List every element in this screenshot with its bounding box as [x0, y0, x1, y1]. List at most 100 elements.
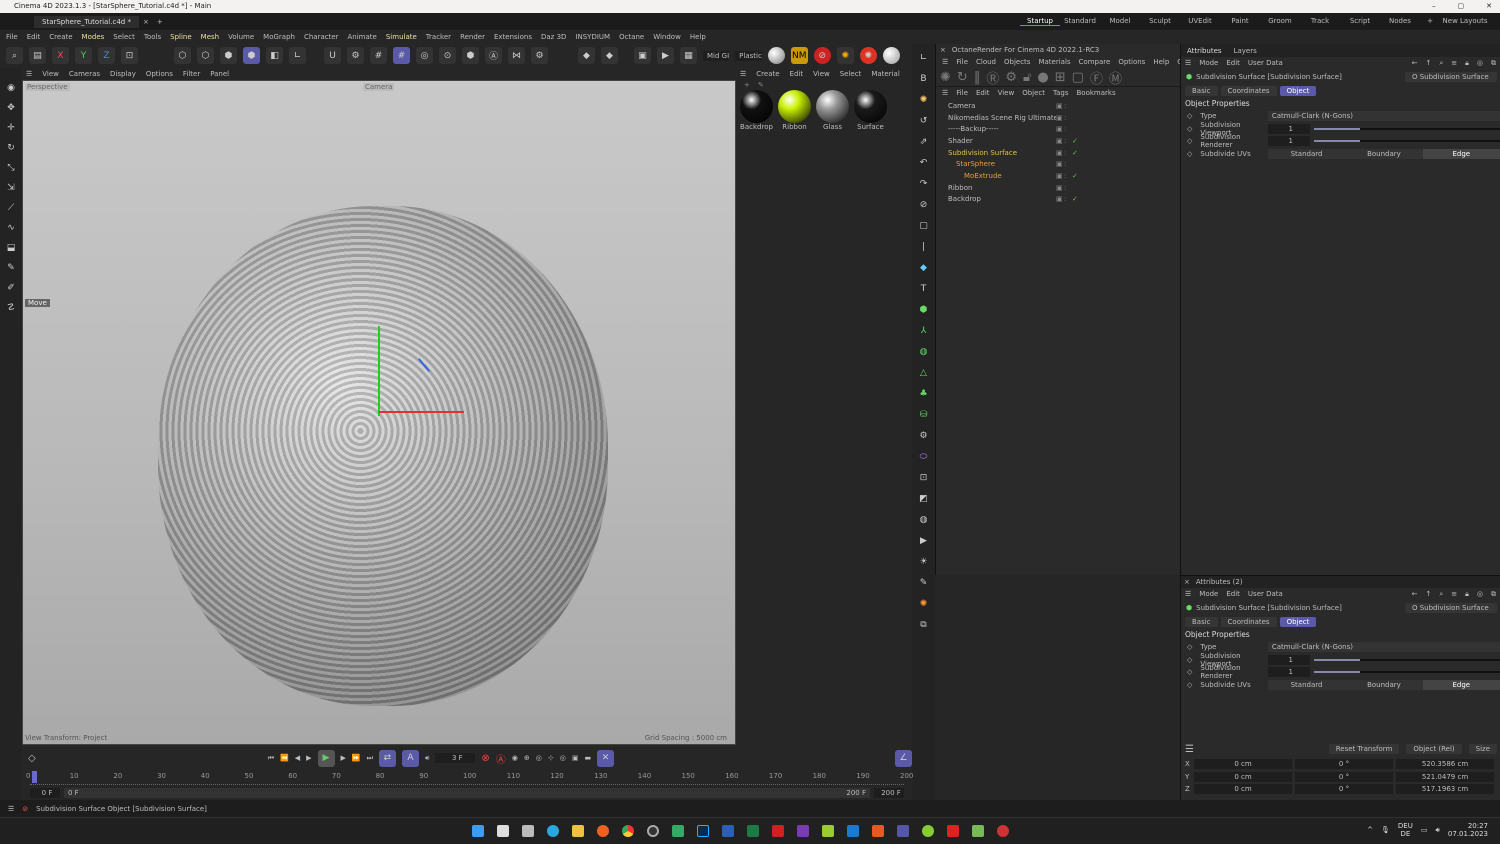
rot-field[interactable]: 0 ° — [1295, 771, 1393, 782]
clock[interactable]: 20:27 07.01.2023 — [1448, 822, 1488, 838]
f-icon[interactable]: Ⓕ — [1090, 68, 1103, 87]
sound-icon[interactable]: 🔊︎ — [425, 754, 429, 763]
keyframe-icon[interactable]: ◇ — [28, 753, 36, 764]
tab-object[interactable]: Object — [1279, 616, 1317, 627]
layout-tab-sculpt[interactable]: Sculpt — [1140, 17, 1180, 26]
layout-tab-nodes[interactable]: Nodes — [1380, 17, 1420, 26]
hamburger-icon[interactable]: ☰ — [26, 70, 32, 78]
subdivision-viewport-field[interactable]: 1 — [1267, 654, 1310, 665]
visibility-dots[interactable]: : — [1064, 172, 1072, 180]
menu-spline[interactable]: Spline — [170, 33, 192, 41]
subdivision-viewport-slider[interactable] — [1313, 127, 1500, 130]
subdivision-renderer-slider[interactable] — [1313, 140, 1500, 143]
hamburger-icon[interactable]: ☰ — [942, 89, 948, 97]
line-icon[interactable]: | — [916, 239, 931, 254]
render-r-icon[interactable]: Ⓡ — [986, 68, 999, 87]
dope-sheet-button[interactable]: ✕ — [597, 749, 615, 767]
uvs-option-boundary[interactable]: Boundary — [1345, 680, 1423, 691]
up-arrow-icon[interactable]: ↑ — [1425, 59, 1431, 67]
subdivision-renderer-field[interactable]: 1 — [1267, 667, 1310, 678]
octane-menu-materials[interactable]: Materials — [1038, 58, 1070, 66]
up-arrow-icon[interactable]: ↑ — [1425, 590, 1431, 598]
object-row[interactable]: Camera ▣: — [936, 100, 1180, 112]
coord-mode-select[interactable]: Object (Rel) — [1406, 744, 1462, 754]
tab-attributes[interactable]: Attributes — [1187, 47, 1222, 55]
keyframe-selection-button[interactable]: ◉ — [512, 754, 518, 762]
extrude-icon[interactable]: ⬓ — [4, 240, 19, 255]
uvs-option-standard[interactable]: Standard — [1267, 149, 1346, 160]
undo-icon[interactable]: ↶ — [916, 155, 931, 170]
object-menu-edit[interactable]: Edit — [976, 89, 990, 97]
menu-octane[interactable]: Octane — [619, 33, 644, 41]
menu-create[interactable]: Create — [49, 33, 72, 41]
y-axis-gizmo[interactable] — [378, 326, 380, 416]
octane-live-icon[interactable]: B — [916, 71, 931, 86]
menu-insydium[interactable]: INSYDIUM — [575, 33, 610, 41]
text-icon[interactable]: T — [916, 281, 931, 296]
attr-menu-edit[interactable]: Edit — [1226, 590, 1240, 598]
field-icon[interactable]: ◍ — [916, 344, 931, 359]
language-indicator[interactable]: DEU DE — [1398, 822, 1413, 838]
x-axis-gizmo[interactable] — [379, 411, 464, 413]
tab-object[interactable]: Object — [1279, 85, 1317, 96]
add-icon[interactable]: + — [744, 81, 750, 89]
edit-toggle-icon[interactable]: ▣ — [1056, 137, 1064, 145]
menu-volume[interactable]: Volume — [228, 33, 254, 41]
uvs-option-standard[interactable]: Standard — [1267, 680, 1346, 691]
photoshop-icon[interactable] — [697, 825, 709, 837]
generator-icon[interactable]: ⬢ — [916, 302, 931, 317]
octane-menu-compare[interactable]: Compare — [1079, 58, 1111, 66]
octane-menu-objects[interactable]: Objects — [1004, 58, 1030, 66]
new-layouts-toggle[interactable]: New Layouts — [1440, 17, 1490, 26]
tool-icon[interactable] — [822, 825, 834, 837]
search-icon[interactable]: ⌕ — [1439, 590, 1443, 599]
viewport-menu-cameras[interactable]: Cameras — [69, 70, 100, 78]
visibility-dots[interactable]: : — [1064, 102, 1072, 110]
menu-mesh[interactable]: Mesh — [201, 33, 219, 41]
size-field[interactable]: 517.1963 cm — [1396, 784, 1494, 795]
target-icon[interactable]: ◎ — [1477, 590, 1483, 598]
camera-object-icon[interactable]: ◩ — [916, 491, 931, 506]
model-mode-icon[interactable]: ⬢ — [243, 47, 260, 64]
rot-field[interactable]: 0 ° — [1295, 759, 1393, 770]
material-menu-select[interactable]: Select — [840, 70, 862, 78]
render-queue-icon[interactable]: ▤ — [29, 47, 46, 64]
material-icon[interactable]: Ⓐ — [485, 47, 502, 64]
fps-button[interactable]: A — [401, 749, 419, 767]
key-scale-button[interactable]: ⊹ — [548, 754, 554, 762]
knife-icon[interactable]: ⟋ — [4, 200, 19, 215]
attr-menu-user-data[interactable]: User Data — [1248, 590, 1283, 598]
deformer-icon[interactable]: ⅄ — [916, 323, 931, 338]
restart-icon[interactable]: ↻ — [957, 70, 968, 85]
timeline-graph-button[interactable]: ∠ — [895, 749, 912, 767]
export-icon[interactable]: ⇗ — [916, 134, 931, 149]
square-icon[interactable]: ▢ — [916, 218, 931, 233]
object-row[interactable]: Subdivision Surface ▣: ✓ — [936, 147, 1180, 159]
loop-button[interactable]: ⇄ — [378, 749, 396, 767]
menu-tracker[interactable]: Tracker — [426, 33, 451, 41]
transform-icon[interactable]: ⇲ — [4, 180, 19, 195]
add-region-icon[interactable]: ⊞ — [1055, 70, 1066, 85]
new-window-icon[interactable]: ⧉ — [1491, 590, 1496, 599]
tab-basic[interactable]: Basic — [1185, 616, 1218, 627]
render-view-icon[interactable]: ▶ — [657, 47, 674, 64]
key-pla-button[interactable]: ▣ — [572, 754, 579, 762]
reset-transform-button[interactable]: Reset Transform — [1328, 744, 1400, 754]
pos-field[interactable]: 0 cm — [1194, 784, 1292, 795]
notepad-icon[interactable] — [972, 825, 984, 837]
rotate-icon[interactable]: ↻ — [4, 140, 19, 155]
edit-toggle-icon[interactable]: ▣ — [1056, 149, 1064, 157]
menu-animate[interactable]: Animate — [348, 33, 377, 41]
playhead[interactable] — [32, 771, 37, 783]
new-window-icon[interactable]: ⧉ — [1491, 59, 1496, 68]
edit-toggle-icon[interactable]: ▣ — [1056, 172, 1064, 180]
visibility-dots[interactable]: : — [1064, 137, 1072, 145]
menu-window[interactable]: Window — [653, 33, 681, 41]
tab-basic[interactable]: Basic — [1185, 85, 1218, 96]
visibility-dots[interactable]: : — [1064, 195, 1072, 203]
microphone-icon[interactable]: 🎙︎ — [1381, 826, 1390, 834]
plugin-red2-icon[interactable]: ✺ — [859, 47, 877, 64]
forbidden-icon[interactable]: ⊘ — [916, 197, 931, 212]
new-tab-button[interactable]: + — [157, 18, 163, 26]
light-icon[interactable]: ✺ — [916, 92, 931, 107]
